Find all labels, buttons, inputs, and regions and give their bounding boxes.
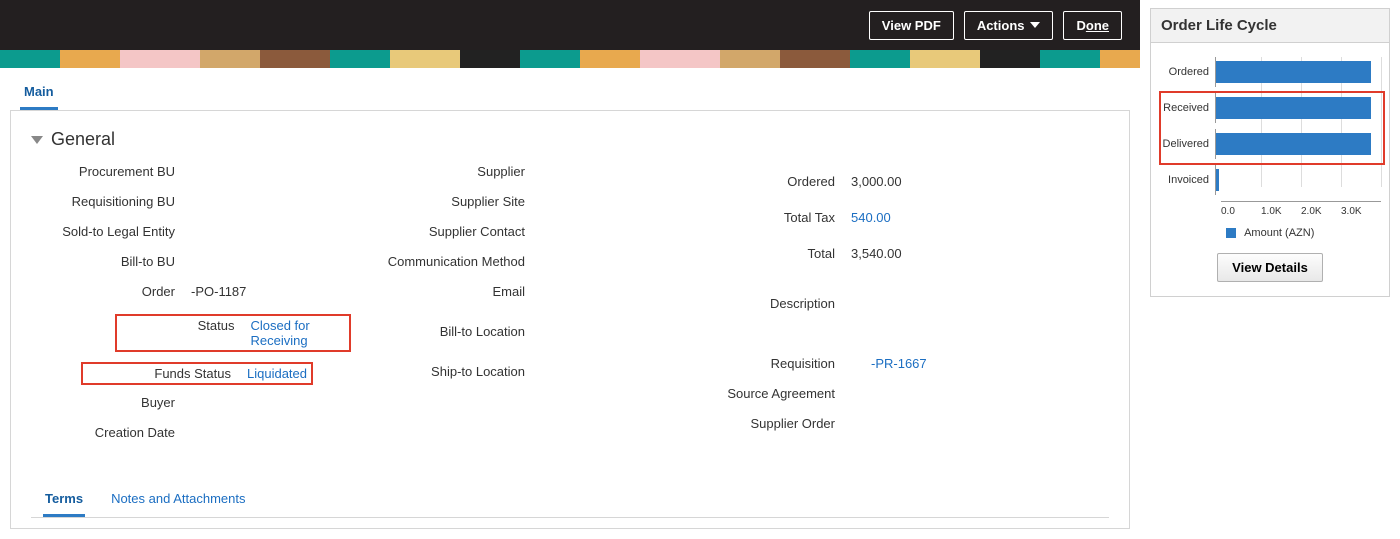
- chevron-down-icon: [1030, 22, 1040, 28]
- field-supplier: Supplier: [371, 164, 651, 184]
- chart-row-invoiced: Invoiced: [1159, 165, 1381, 195]
- label: Funds Status: [87, 366, 247, 381]
- tab-main[interactable]: Main: [20, 78, 58, 110]
- label: Order: [31, 284, 191, 299]
- label: Supplier Order: [671, 416, 851, 431]
- label: Ship-to Location: [371, 364, 541, 379]
- field-supplier-site: Supplier Site: [371, 194, 651, 214]
- order-life-cycle-card: Order Life Cycle Ordered Received Delive…: [1150, 8, 1390, 297]
- label: Supplier: [371, 164, 541, 179]
- field-total: Total 3,540.00: [671, 246, 1109, 266]
- label: Communication Method: [371, 254, 541, 269]
- view-pdf-label: View PDF: [882, 18, 941, 33]
- funds-status-link[interactable]: Liquidated: [247, 366, 307, 381]
- field-funds-status: Funds Status Liquidated: [81, 362, 351, 385]
- field-description: Description: [671, 296, 1109, 316]
- x-tick: 3.0K: [1341, 206, 1381, 217]
- label: Supplier Contact: [371, 224, 541, 239]
- field-ordered: Ordered 3,000.00: [671, 174, 1109, 194]
- sub-tab-notes[interactable]: Notes and Attachments: [109, 485, 247, 517]
- sub-tab-terms[interactable]: Terms: [43, 485, 85, 517]
- tabs-row: Main: [0, 68, 1140, 110]
- field-creation-date: Creation Date: [31, 425, 351, 445]
- field-procurement-bu: Procurement BU: [31, 164, 351, 184]
- chart-bar: [1216, 61, 1371, 83]
- field-bill-to-loc: Bill-to Location: [371, 324, 651, 344]
- field-supplier-order: Supplier Order: [671, 416, 1109, 436]
- chart-row-received: Received: [1159, 93, 1381, 123]
- field-email: Email: [371, 284, 651, 304]
- label: Total: [671, 246, 851, 261]
- field-sold-to: Sold-to Legal Entity: [31, 224, 351, 244]
- field-buyer: Buyer: [31, 395, 351, 415]
- label: Requisition: [671, 356, 851, 371]
- done-label: Done: [1076, 18, 1109, 33]
- field-requisitioning-bu: Requisitioning BU: [31, 194, 351, 214]
- value: 3,000.00: [851, 174, 902, 189]
- label: Buyer: [31, 395, 191, 410]
- collapse-icon: [31, 136, 43, 144]
- label: Requisitioning BU: [31, 194, 191, 209]
- label: Description: [671, 296, 851, 311]
- x-axis: 0.01.0K2.0K3.0K: [1221, 201, 1381, 217]
- x-tick: 1.0K: [1261, 206, 1301, 217]
- sub-tabs: Terms Notes and Attachments: [31, 485, 1109, 518]
- chart-label: Received: [1159, 102, 1215, 114]
- label: Total Tax: [671, 210, 851, 225]
- section-header[interactable]: General: [31, 129, 1109, 150]
- x-tick: 2.0K: [1301, 206, 1341, 217]
- view-pdf-button[interactable]: View PDF: [869, 11, 954, 40]
- label: Procurement BU: [31, 164, 191, 179]
- chart-legend: Amount (AZN): [1159, 227, 1381, 239]
- field-source-agreement: Source Agreement: [671, 386, 1109, 406]
- field-bill-to-bu: Bill-to BU: [31, 254, 351, 274]
- field-order: Order -PO-1187: [31, 284, 351, 304]
- value: -PO-1187: [191, 284, 246, 299]
- field-status: Status Closed for Receiving: [115, 314, 351, 352]
- actions-button[interactable]: Actions: [964, 11, 1054, 40]
- section-title: General: [51, 129, 115, 150]
- label: Email: [371, 284, 541, 299]
- chart-bar: [1216, 133, 1371, 155]
- chart-bar: [1216, 97, 1371, 119]
- requisition-link[interactable]: -PR-1667: [871, 356, 927, 371]
- legend-swatch: [1226, 228, 1236, 238]
- field-supplier-contact: Supplier Contact: [371, 224, 651, 244]
- label: Supplier Site: [371, 194, 541, 209]
- chart-label: Invoiced: [1159, 174, 1215, 186]
- value: 3,540.00: [851, 246, 902, 261]
- chart-bar: [1216, 169, 1219, 191]
- label: Bill-to BU: [31, 254, 191, 269]
- label: Creation Date: [31, 425, 191, 440]
- chart-label: Delivered: [1159, 138, 1215, 150]
- field-ship-to-loc: Ship-to Location: [371, 364, 651, 384]
- field-requisition: Requisition -PR-1667: [671, 356, 1109, 376]
- decorative-strip: [0, 50, 1140, 68]
- chart-row-delivered: Delivered: [1159, 129, 1381, 159]
- olc-chart: Ordered Received Delivered Invoiced 0.01…: [1159, 57, 1381, 217]
- label: Status: [121, 318, 250, 333]
- chart-label: Ordered: [1159, 66, 1215, 78]
- field-comm-method: Communication Method: [371, 254, 651, 274]
- label: Sold-to Legal Entity: [31, 224, 191, 239]
- chart-row-ordered: Ordered: [1159, 57, 1381, 87]
- label: Source Agreement: [671, 386, 851, 401]
- actions-label: Actions: [977, 18, 1025, 33]
- content-box: General Procurement BU Requisitioning BU…: [10, 110, 1130, 529]
- status-link[interactable]: Closed for Receiving: [250, 318, 345, 348]
- header-bar: View PDF Actions Done: [0, 0, 1140, 50]
- total-tax-link[interactable]: 540.00: [851, 210, 891, 225]
- field-total-tax: Total Tax 540.00: [671, 210, 1109, 230]
- x-tick: 0.0: [1221, 206, 1261, 217]
- label: Bill-to Location: [371, 324, 541, 339]
- done-button[interactable]: Done: [1063, 11, 1122, 40]
- label: Ordered: [671, 174, 851, 189]
- view-details-button[interactable]: View Details: [1217, 253, 1323, 282]
- legend-label: Amount (AZN): [1244, 227, 1314, 239]
- olc-title: Order Life Cycle: [1151, 9, 1389, 43]
